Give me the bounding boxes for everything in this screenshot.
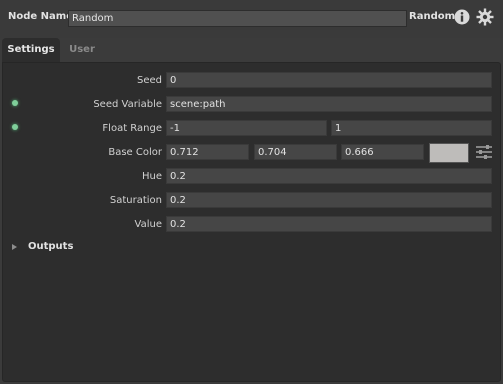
tab-user[interactable]: User (62, 38, 102, 62)
base-color-b-field[interactable]: 0.666 (341, 144, 424, 160)
seed-variable-field[interactable]: scene:path (166, 96, 492, 112)
gear-icon[interactable] (476, 8, 494, 26)
value-field[interactable]: 0.2 (166, 216, 492, 232)
float-range-max-field[interactable]: 1 (331, 120, 492, 136)
connection-dot-icon[interactable] (12, 124, 18, 130)
base-color-g-field[interactable]: 0.704 (254, 144, 337, 160)
node-name-input[interactable]: Random (68, 10, 407, 27)
node-header: Node Name Random Random (0, 0, 503, 38)
base-color-row: Base Color 0.712 0.704 0.666 (3, 143, 500, 163)
info-icon[interactable] (454, 9, 470, 25)
float-range-label: Float Range (102, 123, 162, 134)
saturation-field[interactable]: 0.2 (166, 192, 492, 208)
expand-triangle-icon[interactable] (12, 244, 17, 250)
float-range-min-field[interactable]: -1 (166, 120, 327, 136)
base-color-label: Base Color (108, 147, 162, 158)
base-color-r-field[interactable]: 0.712 (166, 144, 249, 160)
connection-dot-icon[interactable] (12, 100, 18, 106)
hue-row: Hue 0.2 (3, 168, 500, 186)
hue-field[interactable]: 0.2 (166, 168, 492, 184)
seed-label: Seed (137, 75, 162, 86)
seed-row: Seed 0 (3, 72, 500, 90)
settings-panel: Seed 0 Seed Variable scene:path Float Ra… (2, 62, 501, 382)
tab-settings[interactable]: Settings (2, 38, 60, 62)
color-swatch[interactable] (429, 143, 469, 163)
seed-field[interactable]: 0 (166, 72, 492, 88)
value-row: Value 0.2 (3, 216, 500, 234)
seed-variable-label: Seed Variable (93, 99, 162, 110)
seed-variable-row: Seed Variable scene:path (3, 96, 500, 114)
hue-label: Hue (141, 171, 162, 182)
tab-bar: Settings User (0, 38, 503, 62)
value-label: Value (134, 219, 162, 230)
node-name-label: Node Name (8, 11, 73, 22)
float-range-row: Float Range -1 1 (3, 120, 500, 138)
outputs-label: Outputs (28, 241, 74, 252)
node-type-label: Random (409, 11, 456, 22)
saturation-row: Saturation 0.2 (3, 192, 500, 210)
saturation-label: Saturation (109, 195, 162, 206)
color-sliders-icon[interactable] (475, 144, 493, 160)
